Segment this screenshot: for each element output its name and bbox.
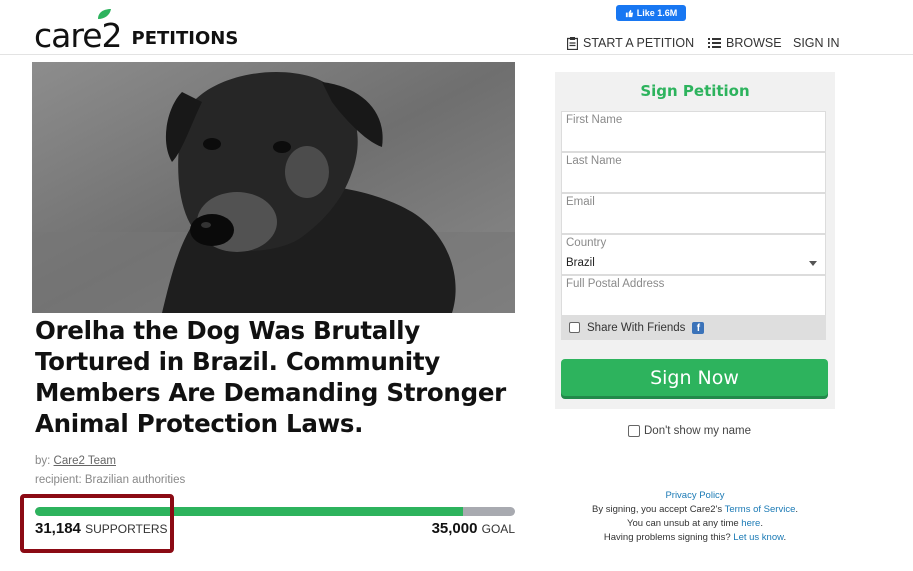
nav-browse-label: BROWSE bbox=[726, 36, 782, 50]
list-icon bbox=[708, 38, 721, 48]
terms-of-service-link[interactable]: Terms of Service bbox=[725, 504, 796, 515]
logo-petitions: PETITIONS bbox=[131, 28, 239, 49]
hide-name-option[interactable]: Don't show my name bbox=[628, 425, 751, 437]
goal-label: GOAL bbox=[481, 522, 515, 536]
postal-address-field[interactable]: Full Postal Address bbox=[561, 275, 826, 316]
privacy-policy-link[interactable]: Privacy Policy bbox=[665, 490, 724, 501]
unsub-link[interactable]: here bbox=[741, 518, 760, 529]
leaf-icon bbox=[98, 9, 111, 19]
dog-photo bbox=[32, 62, 515, 313]
first-name-field[interactable]: First Name bbox=[561, 111, 826, 152]
facebook-icon: f bbox=[692, 321, 705, 334]
accept-suffix: . bbox=[795, 504, 798, 515]
unsub-suffix: . bbox=[760, 518, 763, 529]
help-prefix: Having problems signing this? bbox=[603, 532, 734, 543]
petition-recipient: recipient: Brazilian authorities bbox=[35, 474, 186, 486]
email-placeholder: Email bbox=[566, 196, 595, 208]
care2-logo[interactable]: care2 PETITIONS bbox=[34, 9, 239, 55]
like-count: Like 1.6M bbox=[636, 8, 678, 18]
author-link[interactable]: Care2 Team bbox=[54, 455, 116, 467]
address-placeholder: Full Postal Address bbox=[566, 278, 665, 290]
country-select[interactable]: Country Brazil bbox=[561, 234, 826, 275]
nav-sign-in[interactable]: SIGN IN bbox=[793, 36, 840, 50]
nav-start-petition[interactable]: START A PETITION bbox=[567, 36, 694, 50]
facebook-like-button[interactable]: Like 1.6M bbox=[616, 5, 686, 21]
nav-browse[interactable]: BROWSE bbox=[708, 36, 782, 50]
share-checkbox[interactable] bbox=[569, 322, 580, 333]
country-label: Country bbox=[566, 237, 607, 249]
sign-petition-panel: Sign Petition First Name Last Name Email… bbox=[555, 72, 835, 409]
country-value: Brazil bbox=[566, 257, 595, 269]
last-name-field[interactable]: Last Name bbox=[561, 152, 826, 193]
accept-prefix: By signing, you accept Care2's bbox=[592, 504, 725, 515]
last-name-placeholder: Last Name bbox=[566, 155, 622, 167]
supporters-highlight-box bbox=[20, 494, 174, 553]
petition-hero-image bbox=[32, 62, 515, 313]
nav-start-label: START A PETITION bbox=[583, 36, 695, 50]
sign-now-button[interactable]: Sign Now bbox=[561, 359, 828, 396]
unsub-prefix: You can unsub at any time bbox=[627, 518, 742, 529]
sign-panel-title: Sign Petition bbox=[640, 82, 750, 100]
petition-title: Orelha the Dog Was Brutally Tortured in … bbox=[35, 316, 506, 438]
nav-signin-label: SIGN IN bbox=[793, 36, 840, 50]
hide-name-checkbox[interactable] bbox=[628, 425, 640, 437]
goal-number: 35,000 bbox=[431, 520, 478, 537]
let-us-know-link[interactable]: Let us know bbox=[733, 532, 783, 543]
header-divider bbox=[0, 54, 913, 55]
share-label: Share With Friends bbox=[587, 321, 686, 334]
first-name-placeholder: First Name bbox=[566, 114, 623, 126]
chevron-down-icon bbox=[809, 261, 817, 266]
petition-byline: by: Care2 Team bbox=[35, 455, 116, 467]
clipboard-icon bbox=[567, 36, 578, 50]
legal-notice: Privacy Policy By signing, you accept Ca… bbox=[555, 489, 835, 545]
thumbs-up-icon bbox=[625, 9, 633, 17]
email-field[interactable]: Email bbox=[561, 193, 826, 234]
signature-goal: 35,000 GOAL bbox=[432, 520, 515, 537]
hide-name-label: Don't show my name bbox=[644, 425, 752, 437]
help-suffix: . bbox=[783, 532, 787, 543]
byline-prefix: by: bbox=[35, 455, 51, 467]
logo-wordmark: care2 bbox=[34, 16, 123, 55]
share-with-friends-row[interactable]: Share With Friends f bbox=[561, 315, 826, 340]
